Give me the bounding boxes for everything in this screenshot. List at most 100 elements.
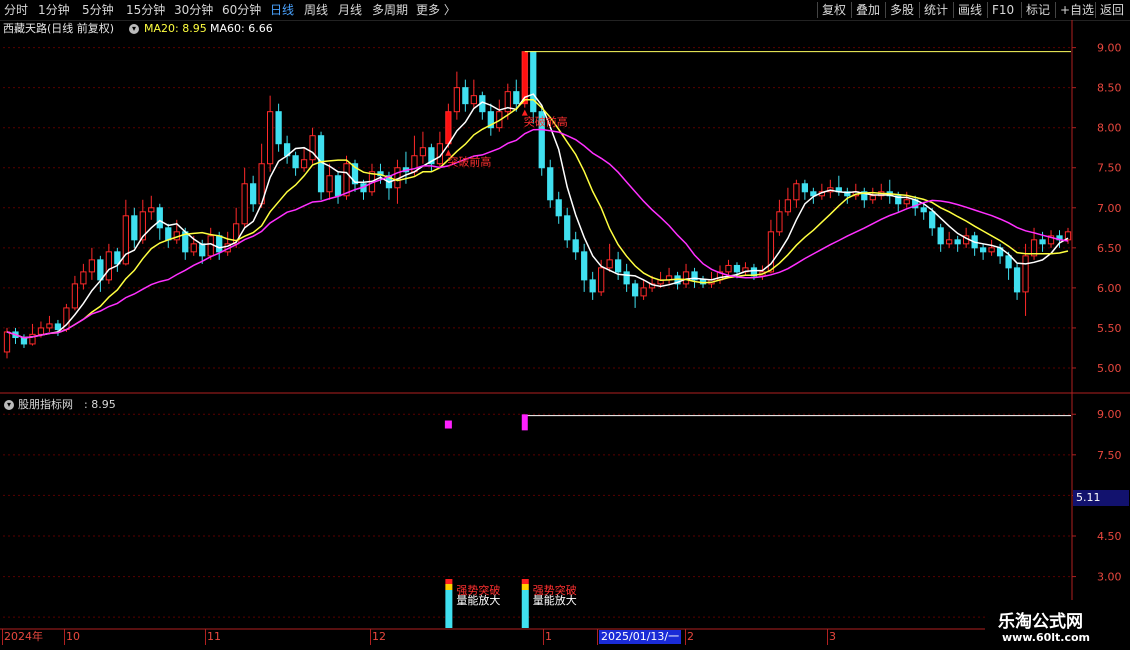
candle-body: [419, 147, 427, 157]
candle-body: [1022, 255, 1029, 293]
candle-body: [1013, 267, 1021, 293]
sub-tick-label: 4.50: [1097, 530, 1122, 543]
signal-bar-red: [445, 579, 453, 584]
candle-body: [530, 51, 537, 113]
date-label-2: 11: [207, 630, 221, 643]
candle-body: [979, 247, 987, 253]
candle-body: [733, 264, 741, 273]
date-tick: [597, 629, 598, 645]
price-tick-label: 5.50: [1097, 322, 1122, 335]
candle-body: [631, 283, 639, 297]
price-tick-label: 7.50: [1097, 162, 1122, 175]
candlestick-series: [3, 51, 1072, 359]
date-tick: [685, 629, 686, 645]
date-tick: [64, 629, 65, 645]
breakout-annotation-0: 突破前高: [447, 155, 491, 169]
candle-body: [105, 251, 112, 281]
candle-body: [615, 259, 622, 273]
signal-bar-cyan: [521, 590, 529, 628]
candle-body: [623, 271, 630, 285]
candle-body: [903, 199, 910, 205]
signal-bar-yellow: [521, 584, 529, 590]
date-label-1: 10: [66, 630, 80, 643]
kline-chart[interactable]: 突破前高突破前高 9.008.508.007.507.006.506.005.5…: [0, 0, 1130, 650]
price-tick-label: 8.50: [1097, 82, 1122, 95]
candle-body: [555, 199, 562, 217]
date-label-7: 3: [829, 630, 836, 643]
candle-body: [156, 207, 163, 229]
ma5-line: [6, 93, 1069, 339]
candle-body: [937, 227, 944, 245]
candle-body: [292, 155, 299, 169]
candle-body: [148, 207, 155, 213]
candle-body: [3, 331, 11, 353]
candle-body: [88, 259, 96, 273]
candle-body: [581, 251, 588, 281]
date-tick: [543, 629, 544, 645]
candle-body: [207, 235, 214, 257]
ma10-line: [6, 98, 1069, 339]
candle-body: [199, 243, 206, 257]
breakout-annotation-1: 突破前高: [524, 115, 568, 129]
candle-body: [275, 111, 282, 145]
date-label-5: 2025/01/13/一: [599, 630, 682, 644]
sub-tick-label: 7.50: [1097, 449, 1122, 462]
candle-body: [1039, 239, 1046, 245]
candle-body: [988, 247, 995, 253]
indicator-title: 股朋指标网: [18, 398, 73, 411]
candle-body: [80, 271, 87, 285]
candle-body: [216, 235, 223, 253]
candle-body: [131, 215, 138, 241]
candle-body: [165, 227, 172, 241]
candle-body: [71, 283, 79, 309]
date-label-0: 2024年: [4, 630, 43, 643]
ma-lines: [6, 93, 1069, 339]
candle-body: [334, 175, 342, 197]
signal-bar-cyan: [445, 590, 453, 628]
candle-body: [266, 111, 274, 165]
price-axis: 9.00 8.50 8.00 7.50 7.00 6.50 6.00 5.50 5.00: [0, 20, 1130, 650]
candle-body: [572, 239, 579, 253]
candle-body: [97, 259, 104, 281]
candle-body: [869, 195, 876, 201]
price-tick-label: 7.00: [1097, 202, 1122, 215]
indicator-marker-0: [444, 420, 452, 429]
date-label-6: 2: [687, 630, 694, 643]
price-tick-label: 9.00: [1097, 42, 1122, 55]
indicator-settings-icon[interactable]: ▾: [4, 400, 14, 410]
candle-body: [954, 239, 961, 245]
candle-body: [250, 183, 257, 205]
candle-body: [589, 279, 596, 293]
candle-body: [929, 211, 936, 229]
candle-body: [453, 87, 460, 113]
candle-body: [309, 135, 316, 161]
indicator-marker-1: [521, 414, 528, 431]
candle-body: [343, 163, 350, 197]
date-axis: 2024年 10 11 12 1 2025/01/13/一 2 3: [0, 629, 1072, 650]
candle-body: [37, 327, 45, 335]
candle-body: [470, 95, 477, 105]
watermark-url: www.60lt.com: [1002, 631, 1091, 644]
date-tick: [205, 629, 206, 645]
candle-body: [513, 91, 520, 105]
candle-body: [598, 267, 605, 293]
candle-body: [725, 264, 732, 273]
sub-tick-label: 9.00: [1097, 408, 1122, 421]
price-tick-label: 6.50: [1097, 242, 1122, 255]
candle-body: [564, 215, 571, 241]
breakout-annotations: 突破前高突破前高: [445, 109, 568, 169]
candle-body: [462, 87, 469, 105]
candle-body: [54, 323, 62, 331]
signal-label-volume-1: 量能放大: [533, 593, 577, 607]
candle-body: [326, 175, 333, 193]
candle-body: [190, 243, 197, 253]
candle-body: [241, 183, 248, 225]
candle-body: [682, 271, 690, 285]
candle-body: [920, 207, 927, 213]
date-tick: [2, 629, 3, 645]
signal-bar-red: [521, 579, 529, 584]
candle-body: [606, 259, 613, 269]
date-label-4: 1: [545, 630, 552, 643]
candle-body: [776, 211, 783, 233]
watermark-title: 乐淘公式网: [998, 612, 1083, 632]
